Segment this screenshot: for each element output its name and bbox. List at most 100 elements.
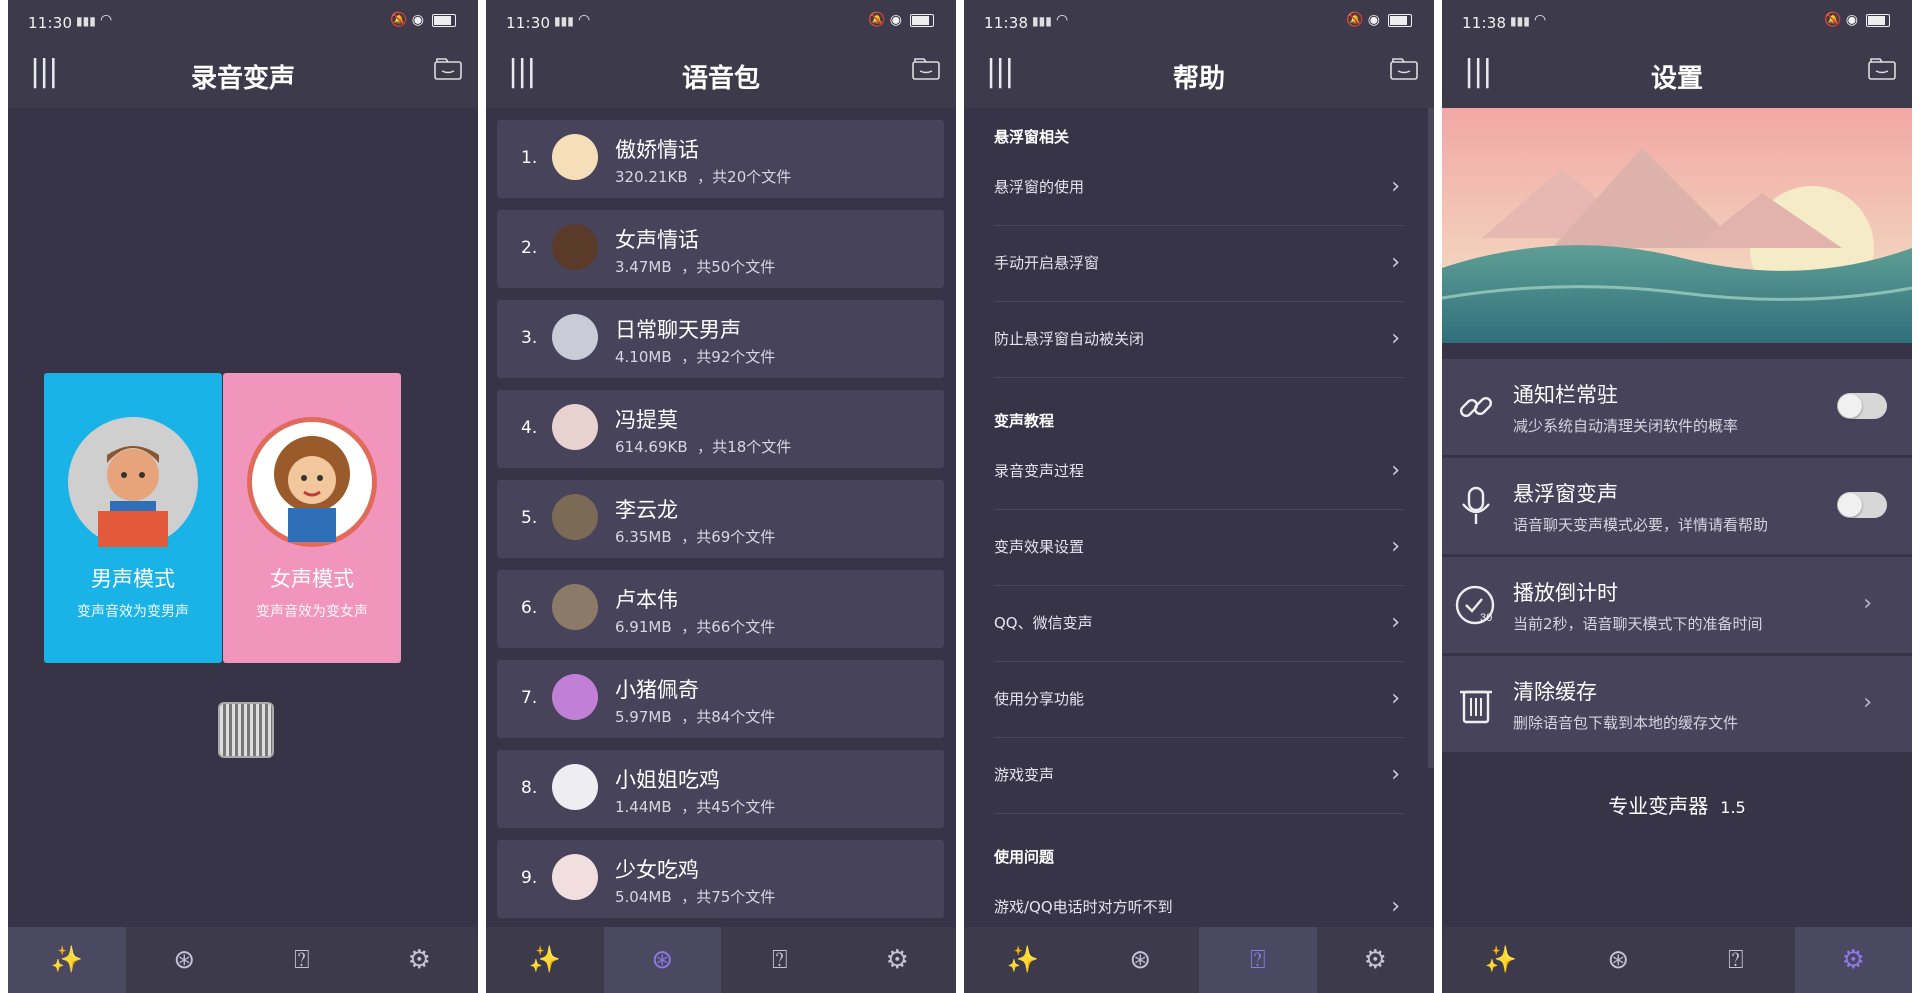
nav-tab-settings[interactable]: ⚙ (1794, 927, 1912, 993)
voice-pack-icon: ⊛ (651, 945, 674, 975)
status-bar: 11:38 ▮▮▮ ◠ 🔕◉ (964, 0, 1434, 42)
setting-floating-window[interactable]: 悬浮窗变声 语音聊天变声模式必要，详情请看帮助 (1442, 458, 1912, 554)
help-item-label: 防止悬浮窗自动被关闭 (994, 330, 1145, 348)
nav-tab-settings[interactable]: ⚙ (361, 927, 479, 993)
folder-icon[interactable] (1390, 58, 1418, 80)
voice-row[interactable]: 7. 小猪佩奇 5.97MB ，共84个文件 (497, 660, 944, 738)
setting-name: 通知栏常驻 (1513, 383, 1618, 407)
battery-icon (432, 13, 456, 27)
settings-icon: ⚙ (1841, 945, 1865, 975)
help-item[interactable]: 游戏变声 › (994, 738, 1404, 814)
voice-meta: 5.97MB ，共84个文件 (615, 706, 775, 727)
nav-tab-settings[interactable]: ⚙ (1317, 927, 1435, 993)
help-item[interactable]: 防止悬浮窗自动被关闭 › (994, 302, 1404, 378)
help-item[interactable]: 手动开启悬浮窗 › (994, 226, 1404, 302)
voice-row[interactable]: 8. 小姐姐吃鸡 1.44MB ，共45个文件 (497, 750, 944, 828)
setting-notification[interactable]: 通知栏常驻 减少系统自动清理关闭软件的概率 (1442, 359, 1912, 455)
nav-tab-settings[interactable]: ⚙ (839, 927, 957, 993)
folder-icon[interactable] (434, 58, 462, 80)
status-bar: 11:30 ▮▮▮ ◠ 🔕◉ (486, 0, 956, 42)
status-time: 11:30 (28, 14, 73, 32)
chevron-right-icon: › (1391, 894, 1400, 919)
notification-toggle[interactable] (1837, 393, 1887, 419)
voice-name: 卢本伟 (615, 588, 678, 612)
nav-tab-record[interactable]: ✨ (8, 927, 126, 993)
setting-clear-cache[interactable]: 清除缓存 删除语音包下载到本地的缓存文件 › (1442, 656, 1912, 752)
signal-icon: ▮▮▮ (554, 14, 574, 28)
nav-tab-help[interactable]: ⍰ (721, 927, 839, 993)
voice-meta: 4.10MB ，共92个文件 (615, 346, 775, 367)
voice-avatar (552, 584, 598, 630)
voice-number: 7. (521, 688, 538, 708)
help-item[interactable]: 录音变声过程 › (994, 434, 1404, 510)
setting-name: 播放倒计时 (1513, 581, 1618, 605)
voice-row[interactable]: 4. 冯提莫 614.69KB ，共18个文件 (497, 390, 944, 468)
nav-tab-help[interactable]: ⍰ (243, 927, 361, 993)
screen-voice-packs: 11:30 ▮▮▮ ◠ 🔕◉ ||| 语音包 1. 傲娇情话 320.21KB … (486, 0, 956, 993)
voice-row[interactable]: 2. 女声情话 3.47MB ，共50个文件 (497, 210, 944, 288)
battery-icon (1388, 13, 1412, 27)
voice-row[interactable]: 9. 少女吃鸡 5.04MB ，共75个文件 (497, 840, 944, 918)
voice-size: 6.35MB (615, 528, 672, 546)
battery-icon (1866, 13, 1890, 27)
voice-meta: 320.21KB ，共20个文件 (615, 166, 791, 187)
chevron-right-icon: › (1391, 326, 1400, 351)
status-icons: 🔕◉ (1346, 12, 1412, 28)
voice-name: 女声情话 (615, 228, 699, 252)
folder-icon[interactable] (912, 58, 940, 80)
nav-tab-voice-pack[interactable]: ⊛ (603, 927, 721, 993)
nav-tab-record[interactable]: ✨ (1442, 927, 1560, 993)
voice-number: 5. (521, 508, 538, 528)
voice-row[interactable]: 1. 傲娇情话 320.21KB ，共20个文件 (497, 120, 944, 198)
chevron-right-icon: › (1391, 610, 1400, 635)
voice-row[interactable]: 6. 卢本伟 6.91MB ，共66个文件 (497, 570, 944, 648)
female-mode-card[interactable]: 女声模式 变声音效为变女声 (223, 373, 401, 663)
chevron-right-icon: › (1391, 762, 1400, 787)
app-brand: 专业变声器 1.5 (1442, 790, 1912, 819)
voice-row[interactable]: 5. 李云龙 6.35MB ，共69个文件 (497, 480, 944, 558)
male-mode-sub: 变声音效为变男声 (77, 604, 189, 620)
signal-icon: ▮▮▮ (1032, 14, 1052, 28)
voice-meta: 1.44MB ，共45个文件 (615, 796, 775, 817)
folder-icon[interactable] (1868, 58, 1896, 80)
nav-tab-voice-pack[interactable]: ⊛ (126, 927, 244, 993)
help-item[interactable]: QQ、微信变声 › (994, 586, 1404, 662)
voice-number: 1. (521, 148, 538, 168)
settings-icon: ⚙ (1363, 945, 1387, 975)
chevron-right-icon: › (1863, 591, 1872, 616)
nav-tab-help[interactable]: ⍰ (1677, 927, 1795, 993)
voice-row[interactable]: 3. 日常聊天男声 4.10MB ，共92个文件 (497, 300, 944, 378)
microphone-icon (1462, 486, 1490, 524)
help-item[interactable]: 悬浮窗的使用 › (994, 150, 1404, 226)
voice-files: ，共92个文件 (681, 348, 776, 366)
floating-window-toggle[interactable] (1837, 492, 1887, 518)
nav-tab-record[interactable]: ✨ (964, 927, 1082, 993)
chevron-right-icon: › (1391, 458, 1400, 483)
voice-size: 6.91MB (615, 618, 672, 636)
settings-icon: ⚙ (407, 945, 431, 975)
help-item[interactable]: 变声效果设置 › (994, 510, 1404, 586)
voice-name: 冯提莫 (615, 408, 678, 432)
microphone-icon[interactable] (218, 702, 274, 758)
nav-tab-voice-pack[interactable]: ⊛ (1560, 927, 1678, 993)
scrollbar[interactable] (1428, 108, 1434, 768)
nav-tab-voice-pack[interactable]: ⊛ (1082, 927, 1200, 993)
voice-files: ，共84个文件 (681, 708, 776, 726)
timer-icon: 30 (1455, 585, 1495, 625)
help-item[interactable]: 使用分享功能 › (994, 662, 1404, 738)
status-icons: 🔕◉ (390, 12, 456, 28)
help-icon: ⍰ (1249, 944, 1266, 975)
help-item-label: 使用分享功能 (994, 690, 1085, 708)
main-content: 男声模式 变声音效为变男声 女声模式 变声音效为变女声 (8, 108, 478, 927)
setting-countdown[interactable]: 30 播放倒计时 当前2秒，语音聊天模式下的准备时间 › (1442, 557, 1912, 653)
setting-name: 悬浮窗变声 (1513, 482, 1618, 506)
help-item-label: 手动开启悬浮窗 (994, 254, 1100, 272)
nav-tab-help[interactable]: ⍰ (1199, 927, 1317, 993)
wifi-icon: ◠ (1056, 12, 1069, 28)
bottom-nav: ✨ ⊛ ⍰ ⚙ (8, 927, 478, 993)
setting-name: 清除缓存 (1513, 680, 1597, 704)
voice-size: 3.47MB (615, 258, 672, 276)
nav-tab-record[interactable]: ✨ (486, 927, 604, 993)
male-mode-card[interactable]: 男声模式 变声音效为变男声 (44, 373, 222, 663)
voice-name: 傲娇情话 (615, 138, 699, 162)
